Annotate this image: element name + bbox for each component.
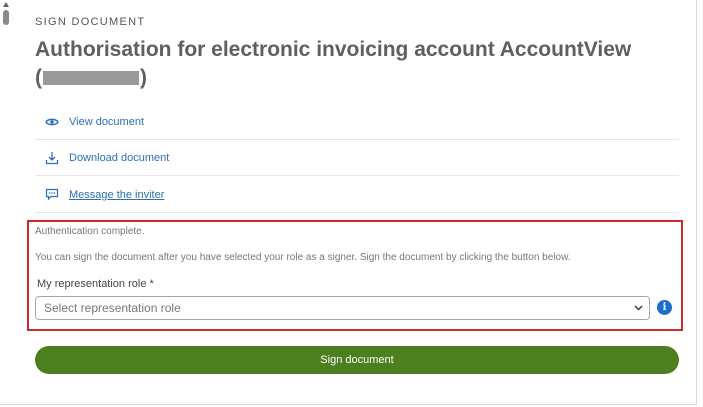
title-open-paren: ( — [35, 66, 42, 89]
representation-role-label: My representation role * — [37, 278, 154, 290]
page-title: Authorisation for electronic invoicing a… — [35, 36, 675, 92]
required-marker: * — [149, 278, 154, 290]
redacted-block — [43, 71, 139, 85]
message-icon — [44, 187, 60, 203]
representation-role-select[interactable]: Select representation role — [35, 296, 650, 320]
message-inviter-link[interactable]: Message the inviter — [69, 189, 164, 201]
scroll-thumb[interactable] — [3, 10, 9, 25]
title-main: Authorisation for electronic invoicing a… — [35, 38, 632, 61]
chevron-down-icon — [631, 305, 645, 311]
role-label-text: My representation role — [37, 278, 147, 290]
authentication-status: Authentication complete. — [35, 226, 145, 237]
role-select-value: Select representation role — [44, 301, 181, 315]
signing-instructions: You can sign the document after you have… — [35, 252, 571, 263]
download-document-link[interactable]: Download document — [69, 152, 169, 164]
download-document-action[interactable]: Download document — [35, 140, 679, 176]
page-eyebrow: SIGN DOCUMENT — [35, 16, 146, 28]
scroll-up-arrow-icon[interactable] — [3, 2, 9, 7]
download-icon — [44, 150, 60, 166]
view-document-link[interactable]: View document — [69, 116, 144, 128]
message-inviter-action[interactable]: Message the inviter — [35, 177, 679, 213]
title-close-paren: ) — [140, 66, 147, 89]
vertical-scrollbar[interactable] — [0, 0, 12, 407]
info-icon[interactable]: i — [657, 300, 672, 315]
view-document-action[interactable]: View document — [35, 104, 679, 140]
eye-icon — [44, 114, 60, 130]
sign-document-button[interactable]: Sign document — [35, 346, 679, 374]
